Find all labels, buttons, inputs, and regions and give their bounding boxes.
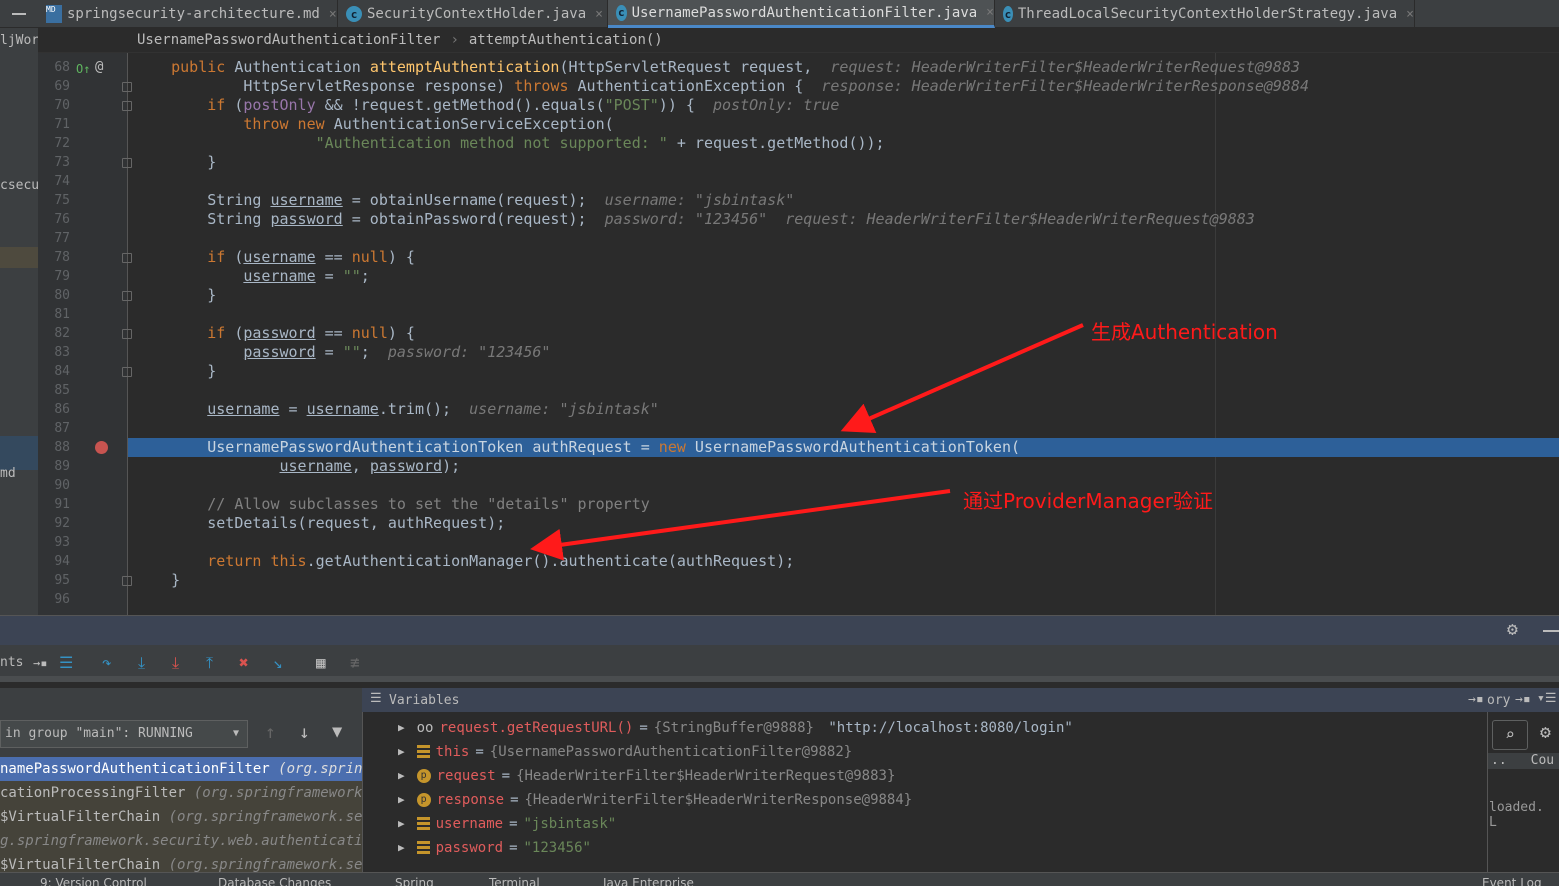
thread-selector-value: in group "main": RUNNING (5, 726, 193, 741)
tool-window-button[interactable]: 9: Version Control (40, 876, 147, 886)
parameter-icon: p (416, 769, 431, 783)
variable-row[interactable]: ▶ username = "jsbintask" (398, 812, 616, 836)
frame-row[interactable]: $VirtualFilterChain (org.springframework… (0, 805, 362, 829)
watch-icon: oo (416, 720, 434, 736)
memory-panel: ⌕ ⚙ .. Cou loaded. L (1487, 712, 1559, 872)
variable-type: {StringBuffer@9888} (653, 720, 823, 736)
expand-arrow-icon[interactable]: ▶ (398, 716, 405, 740)
frame-package: (org.springf (278, 761, 362, 777)
annotation-arrows (530, 323, 1084, 561)
tool-window-button[interactable]: Java Enterprise (603, 876, 694, 886)
arrow-generate-auth (840, 323, 1084, 434)
parameter-icon: p (416, 793, 431, 807)
variable-value: "jsbintask" (523, 816, 617, 832)
frame-package: (org.springframework.secu (168, 809, 362, 825)
equals-sign: = (475, 744, 484, 760)
frames-tab-label[interactable]: nts (0, 655, 23, 670)
force-step-into-icon[interactable]: ⤓ (172, 653, 179, 673)
expand-arrow-icon[interactable]: ▶ (398, 812, 405, 836)
equals-sign: = (501, 768, 511, 784)
frame-row[interactable]: namePasswordAuthenticationFilter (org.sp… (0, 757, 362, 781)
variables-title: Variables (389, 693, 460, 708)
debug-panel-header: ⚙ (0, 615, 1559, 645)
expand-arrow-icon[interactable]: ▶ (398, 836, 405, 860)
menu-icon[interactable]: ▾☰ (1537, 691, 1556, 706)
frame-row[interactable]: g.springframework.security.web.authentic… (0, 829, 362, 853)
frames-header (0, 688, 362, 712)
restore-icon[interactable]: →▪ (1515, 692, 1531, 707)
variable-value: "123456" (523, 840, 591, 856)
step-over-icon[interactable]: ↷ (102, 653, 112, 672)
memory-column-header: .. Cou (1488, 753, 1559, 769)
trace-icon[interactable]: ≢ (350, 653, 360, 672)
tool-window-button[interactable]: Database Changes (218, 876, 331, 886)
annotation-provider-manager: 通过ProviderManager验证 (963, 489, 1214, 513)
frame-package: (org.springframework.se (193, 785, 362, 801)
variable-type: {UsernamePasswordAuthenticationFilter@98… (489, 744, 853, 760)
variable-type: {HeaderWriterFilter$HeaderWriterResponse… (524, 792, 913, 808)
memory-status-text: loaded. L (1489, 800, 1544, 830)
equals-sign: = (510, 792, 519, 808)
variable-name: request.getRequestURL() (439, 720, 634, 736)
run-to-cursor-icon[interactable]: ↘ (273, 653, 283, 672)
variable-row[interactable]: ▶ oo request.getRequestURL() = {StringBuffer… (398, 716, 1073, 740)
expand-arrow-icon[interactable]: ▶ (398, 764, 405, 788)
frame-row[interactable]: cationProcessingFilter (org.springframew… (0, 781, 362, 805)
variable-name: password (435, 840, 504, 856)
minimize-icon[interactable] (1543, 630, 1559, 632)
step-out-icon[interactable]: ⤒ (206, 653, 213, 673)
restore-layout-icon[interactable]: →▪ (33, 656, 47, 670)
frame-method: $VirtualFilterChain (0, 809, 169, 825)
thread-selector[interactable]: in group "main": RUNNING ▼ (0, 720, 248, 748)
tool-window-button[interactable]: Terminal (489, 876, 540, 886)
gear-icon[interactable]: ⚙ (1540, 722, 1551, 743)
annotation-generate-auth: 生成Authentication (1091, 320, 1278, 344)
frame-method: $VirtualFilterChain (0, 857, 169, 873)
debug-toolbar: nts →▪ ☰ ↷ ⤓ ⤓ ⤒ ✖ ↘ ▦ ≢ (0, 645, 1559, 682)
equals-sign: = (509, 816, 518, 832)
expand-arrow-icon[interactable]: ▶ (398, 788, 405, 812)
variable-row[interactable]: ▶ p response = {HeaderWriterFilter$HeaderWri… (398, 788, 912, 812)
field-icon (416, 841, 430, 855)
variables-icon: ☰ (370, 691, 382, 706)
filter-icon[interactable]: ▼ (332, 722, 342, 742)
arrow-up-icon[interactable]: ↑ (265, 722, 276, 743)
field-icon (416, 745, 430, 759)
variable-value: "http://localhost:8080/login" (828, 720, 1073, 736)
evaluate-expression-icon[interactable]: ▦ (316, 653, 326, 672)
expand-arrow-icon[interactable]: ▶ (398, 740, 405, 764)
search-icon[interactable]: ⌕ (1492, 720, 1528, 750)
show-execution-point-icon[interactable]: ☰ (59, 653, 73, 672)
variable-name: username (435, 816, 504, 832)
variables-header: ☰ Variables →▪ ory →▪ ▾☰ (362, 688, 1559, 712)
restore-icon[interactable]: →▪ (1468, 692, 1484, 707)
variable-row[interactable]: ▶ p request = {HeaderWriterFilter$HeaderWrit… (398, 764, 895, 788)
field-icon (416, 817, 430, 831)
frame-method: cationProcessingFilter (0, 785, 194, 801)
equals-sign: = (509, 840, 518, 856)
frame-package: g.springframework.security.web.authentic… (0, 833, 362, 849)
drop-frame-icon[interactable]: ✖ (239, 653, 249, 672)
variable-name: this (435, 744, 470, 760)
variable-row[interactable]: ▶ this = {UsernamePasswordAuthenticationFil… (398, 740, 852, 764)
arrow-down-icon[interactable]: ↓ (299, 722, 310, 743)
variable-type: {HeaderWriterFilter$HeaderWriterRequest@… (516, 768, 896, 784)
tool-window-button[interactable]: Event Log (1482, 876, 1542, 886)
arrow-provider-manager (530, 489, 951, 561)
frame-package: (org.springframework.secu (168, 857, 362, 873)
step-into-icon[interactable]: ⤓ (138, 653, 145, 673)
variable-name: request (436, 768, 496, 784)
tool-window-bar: 9: Version Control Database Changes Spring… (0, 872, 1559, 886)
chevron-down-icon: ▼ (232, 728, 239, 739)
variable-row[interactable]: ▶ password = "123456" (398, 836, 591, 860)
gear-icon[interactable]: ⚙ (1507, 619, 1518, 640)
memory-tab[interactable]: ory (1487, 693, 1510, 708)
count-column[interactable]: Cou (1531, 753, 1554, 768)
frame-method: namePasswordAuthenticationFilter (0, 761, 279, 777)
equals-sign: = (639, 720, 648, 736)
variable-name: response (436, 792, 505, 808)
tool-window-button[interactable]: Spring (395, 876, 434, 886)
frames-panel: in group "main": RUNNING ▼ ↑ ↓ ▼ namePas… (0, 712, 362, 877)
